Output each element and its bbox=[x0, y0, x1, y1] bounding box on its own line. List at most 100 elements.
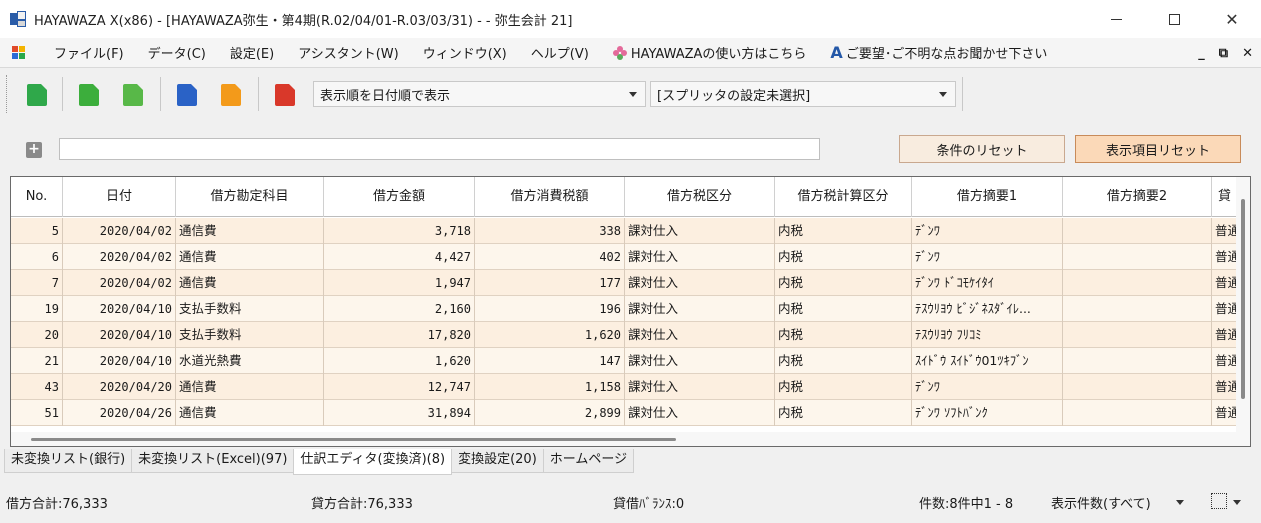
cell-memo2[interactable] bbox=[1063, 296, 1212, 322]
cell-tax[interactable]: 147 bbox=[475, 348, 625, 374]
header-credit[interactable]: 貸 bbox=[1212, 177, 1238, 217]
cell-tax-class[interactable]: 課対仕入 bbox=[625, 348, 775, 374]
cell-tax-class[interactable]: 課対仕入 bbox=[625, 400, 775, 426]
menu-data[interactable]: データ(C) bbox=[136, 43, 218, 62]
splitter-combo[interactable]: [スプリッタの設定未選択] bbox=[650, 81, 956, 107]
excel-import-button[interactable] bbox=[76, 82, 102, 108]
cell-amount[interactable]: 31,894 bbox=[324, 400, 475, 426]
cell-date[interactable]: 2020/04/10 bbox=[63, 296, 176, 322]
table-row[interactable]: 51 2020/04/26 通信費 31,894 2,899 課対仕入 内税 ﾃﾞﾝﾜ ｿﾌﾄ… bbox=[11, 400, 1238, 426]
new-entry-button[interactable] bbox=[24, 82, 50, 108]
cell-account[interactable]: 水道光熱費 bbox=[176, 348, 324, 374]
header-debit-tax-class[interactable]: 借方税区分 bbox=[625, 177, 775, 217]
upload-button[interactable] bbox=[174, 82, 200, 108]
header-date[interactable]: 日付 bbox=[63, 177, 176, 217]
cell-memo1[interactable]: ﾃﾞﾝﾜ ﾄﾞｺﾓｹｲﾀｲ bbox=[912, 270, 1063, 296]
display-count-dropdown[interactable]: 表示件数(すべて) bbox=[1051, 493, 1151, 512]
menu-assistant[interactable]: アシスタント(W) bbox=[286, 43, 410, 62]
header-debit-amount[interactable]: 借方金額 bbox=[324, 177, 475, 217]
cell-memo1[interactable]: ﾃﾞﾝﾜ bbox=[912, 244, 1063, 270]
cell-credit[interactable]: 普通 bbox=[1212, 374, 1238, 400]
header-debit-account[interactable]: 借方勘定科目 bbox=[176, 177, 324, 217]
cell-memo1[interactable]: ﾃﾞﾝﾜ bbox=[912, 374, 1063, 400]
cell-tax-calc[interactable]: 内税 bbox=[775, 296, 912, 322]
cell-account[interactable]: 通信費 bbox=[176, 218, 324, 244]
menu-window[interactable]: ウィンドウ(X) bbox=[411, 43, 519, 62]
cell-amount[interactable]: 1,620 bbox=[324, 348, 475, 374]
header-debit-tax[interactable]: 借方消費税額 bbox=[475, 177, 625, 217]
edit-button[interactable] bbox=[120, 82, 146, 108]
cell-memo2[interactable] bbox=[1063, 348, 1212, 374]
horizontal-scrollbar[interactable] bbox=[11, 432, 1238, 446]
cell-credit[interactable]: 普通 bbox=[1212, 400, 1238, 426]
cell-tax-class[interactable]: 課対仕入 bbox=[625, 374, 775, 400]
cell-tax-class[interactable]: 課対仕入 bbox=[625, 244, 775, 270]
cell-account[interactable]: 通信費 bbox=[176, 374, 324, 400]
cell-no[interactable]: 6 bbox=[11, 244, 63, 270]
cell-amount[interactable]: 12,747 bbox=[324, 374, 475, 400]
cell-tax[interactable]: 1,158 bbox=[475, 374, 625, 400]
scroll-thumb[interactable] bbox=[1241, 199, 1245, 399]
cell-credit[interactable]: 普通 bbox=[1212, 218, 1238, 244]
cell-no[interactable]: 20 bbox=[11, 322, 63, 348]
copy-button[interactable] bbox=[218, 82, 244, 108]
cell-tax-calc[interactable]: 内税 bbox=[775, 218, 912, 244]
tab-journal-editor[interactable]: 仕訳エディタ(変換済)(8) bbox=[293, 449, 453, 475]
cell-amount[interactable]: 4,427 bbox=[324, 244, 475, 270]
menu-help[interactable]: ヘルプ(V) bbox=[519, 43, 601, 62]
dropdown-arrow-icon[interactable] bbox=[1176, 500, 1184, 505]
cell-credit[interactable]: 普通 bbox=[1212, 270, 1238, 296]
table-row[interactable]: 7 2020/04/02 通信費 1,947 177 課対仕入 内税 ﾃﾞﾝﾜ ﾄﾞｺﾓｹｲﾀ… bbox=[11, 270, 1238, 296]
cell-memo2[interactable] bbox=[1063, 244, 1212, 270]
selection-box-icon[interactable] bbox=[1211, 493, 1227, 509]
pdf-export-button[interactable] bbox=[272, 82, 298, 108]
cell-tax[interactable]: 1,620 bbox=[475, 322, 625, 348]
cell-memo1[interactable]: ｽｲﾄﾞｳ ｽｲﾄﾞｳ01ﾂｷﾌﾞﾝ bbox=[912, 348, 1063, 374]
minimize-button[interactable] bbox=[1087, 0, 1145, 38]
cell-account[interactable]: 通信費 bbox=[176, 270, 324, 296]
cell-memo1[interactable]: ﾃｽｳﾘﾖｳ ﾌﾘｺﾐ bbox=[912, 322, 1063, 348]
cell-tax[interactable]: 196 bbox=[475, 296, 625, 322]
cell-account[interactable]: 支払手数料 bbox=[176, 322, 324, 348]
cell-tax-class[interactable]: 課対仕入 bbox=[625, 296, 775, 322]
reset-conditions-button[interactable]: 条件のリセット bbox=[899, 135, 1065, 163]
cell-credit[interactable]: 普通 bbox=[1212, 322, 1238, 348]
cell-tax-class[interactable]: 課対仕入 bbox=[625, 322, 775, 348]
cell-tax-calc[interactable]: 内税 bbox=[775, 400, 912, 426]
vertical-scrollbar[interactable] bbox=[1236, 177, 1250, 446]
cell-memo2[interactable] bbox=[1063, 374, 1212, 400]
cell-account[interactable]: 通信費 bbox=[176, 400, 324, 426]
cell-memo1[interactable]: ﾃﾞﾝﾜ bbox=[912, 218, 1063, 244]
cell-no[interactable]: 51 bbox=[11, 400, 63, 426]
cell-tax-calc[interactable]: 内税 bbox=[775, 348, 912, 374]
cell-tax-calc[interactable]: 内税 bbox=[775, 244, 912, 270]
expand-filter-button[interactable]: + bbox=[26, 142, 42, 158]
cell-tax[interactable]: 2,899 bbox=[475, 400, 625, 426]
cell-tax[interactable]: 402 bbox=[475, 244, 625, 270]
cell-memo1[interactable]: ﾃﾞﾝﾜ ｿﾌﾄﾊﾞﾝｸ bbox=[912, 400, 1063, 426]
tab-homepage[interactable]: ホームページ bbox=[542, 449, 635, 473]
header-no[interactable]: No. bbox=[11, 177, 63, 217]
mdi-restore-icon[interactable]: ⧉ bbox=[1219, 46, 1228, 61]
filter-input[interactable] bbox=[59, 138, 820, 160]
cell-no[interactable]: 7 bbox=[11, 270, 63, 296]
cell-date[interactable]: 2020/04/02 bbox=[63, 244, 176, 270]
header-debit-tax-calc[interactable]: 借方税計算区分 bbox=[775, 177, 912, 217]
table-row[interactable]: 5 2020/04/02 通信費 3,718 338 課対仕入 内税 ﾃﾞﾝﾜ 普通 bbox=[11, 218, 1238, 244]
document-icon[interactable] bbox=[12, 45, 26, 60]
cell-tax-class[interactable]: 課対仕入 bbox=[625, 270, 775, 296]
cell-account[interactable]: 支払手数料 bbox=[176, 296, 324, 322]
cell-no[interactable]: 43 bbox=[11, 374, 63, 400]
menu-feedback-link[interactable]: A ご要望･ご不明な点お聞かせ下さい bbox=[818, 43, 1059, 62]
menu-file[interactable]: ファイル(F) bbox=[42, 43, 136, 62]
cell-no[interactable]: 5 bbox=[11, 218, 63, 244]
table-row[interactable]: 19 2020/04/10 支払手数料 2,160 196 課対仕入 内税 ﾃｽｳﾘﾖｳ ﾋﾞ… bbox=[11, 296, 1238, 322]
sort-order-combo[interactable]: 表示順を日付順で表示 bbox=[313, 81, 646, 107]
close-button[interactable]: ✕ bbox=[1203, 0, 1261, 38]
cell-tax[interactable]: 177 bbox=[475, 270, 625, 296]
cell-credit[interactable]: 普通 bbox=[1212, 244, 1238, 270]
dropdown-arrow-icon[interactable] bbox=[1233, 500, 1241, 505]
cell-amount[interactable]: 2,160 bbox=[324, 296, 475, 322]
cell-no[interactable]: 19 bbox=[11, 296, 63, 322]
cell-amount[interactable]: 3,718 bbox=[324, 218, 475, 244]
